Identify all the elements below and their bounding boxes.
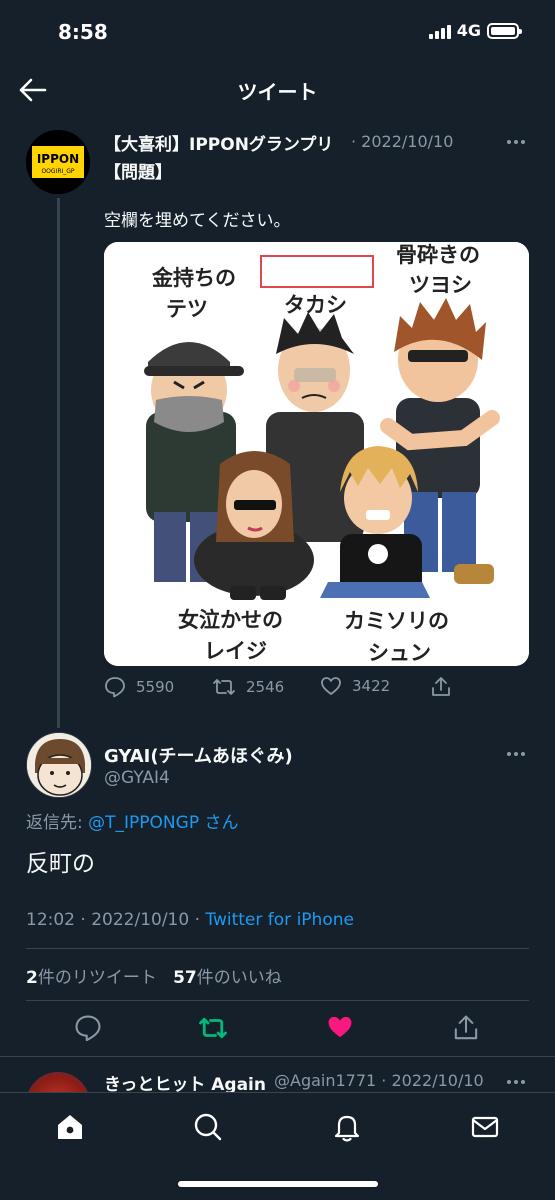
parent-tweet-actions: 5590 2546 3422 <box>104 676 464 702</box>
battery-icon <box>487 22 522 39</box>
label-reiji-2: レイジ <box>204 638 267 663</box>
reply-count: 5590 <box>136 678 175 696</box>
tab-messages[interactable] <box>469 1111 501 1143</box>
divider <box>0 1056 555 1057</box>
tweet-meta: 12:02 · 2022/10/10 · Twitter for iPhone <box>26 910 354 930</box>
retweet-stat-count[interactable]: 2 <box>26 968 38 988</box>
tweet-source-link[interactable]: Twitter for iPhone <box>205 910 354 930</box>
share-icon <box>432 677 450 696</box>
retweet-count: 2546 <box>246 678 285 696</box>
ippon-avatar[interactable]: IPPON OOGIRI_GP <box>26 130 90 194</box>
replying-to: 返信先: @T_IPPONGP さん <box>26 808 238 833</box>
illustration: 金持ちの テツ タカシ 骨砕きの ツヨシ 女泣かせの レイジ カミソリの シュン <box>104 242 529 666</box>
like-count: 3422 <box>352 677 391 695</box>
comment-icon <box>105 677 125 698</box>
ippon-logo-icon: IPPON OOGIRI_GP <box>26 130 90 194</box>
tweet-image[interactable]: 金持ちの テツ タカシ 骨砕きの ツヨシ 女泣かせの レイジ カミソリの シュン <box>104 242 529 666</box>
reply-author-handle[interactable]: @GYAI4 <box>104 768 170 788</box>
tweet-time-date: 12:02 · 2022/10/10 · <box>26 910 206 930</box>
parent-tweet-text: 空欄を埋めてください。 <box>104 211 291 231</box>
label-tsuyoshi-1: 骨砕きの <box>396 242 480 267</box>
label-tetsu-1: 金持ちの <box>151 265 236 290</box>
more-options-icon[interactable] <box>507 752 529 758</box>
replying-prefix: 返信先: <box>26 813 89 833</box>
detail-actions <box>0 1014 555 1046</box>
home-icon <box>58 1115 82 1139</box>
divider <box>26 1000 529 1001</box>
ippon-logo-subtext: OOGIRI_GP <box>41 168 74 175</box>
status-indicators: 4G <box>428 21 522 40</box>
retweet-icon <box>199 1017 227 1039</box>
heart-icon <box>321 677 341 695</box>
network-label: 4G <box>456 21 481 40</box>
like-stat-count[interactable]: 57 <box>173 968 197 988</box>
reply-tweet-text: 反町の <box>26 851 95 877</box>
share-button[interactable] <box>430 676 452 698</box>
retweet-stat-label[interactable]: 件のリツイート <box>38 968 157 988</box>
label-tsuyoshi-2: ツヨシ <box>409 272 472 297</box>
label-shun-2: シュン <box>368 640 431 665</box>
home-indicator <box>178 1181 378 1187</box>
search-icon <box>194 1113 222 1141</box>
retweet-button-active[interactable] <box>198 1014 230 1046</box>
status-bar: 8:58 4G <box>0 0 555 62</box>
label-shun-1: カミソリの <box>344 608 449 633</box>
tab-notifications[interactable] <box>331 1111 363 1143</box>
parent-date: · 2022/10/10 <box>351 132 454 151</box>
mail-icon <box>471 1116 499 1138</box>
retweet-icon <box>213 679 235 695</box>
reply-button[interactable] <box>74 1014 106 1046</box>
more-options-icon[interactable] <box>507 1080 529 1086</box>
retweet-button[interactable]: 2546 <box>212 676 284 698</box>
label-takashi: タカシ <box>284 292 347 317</box>
tab-search[interactable] <box>192 1111 224 1143</box>
share-button[interactable] <box>452 1014 484 1046</box>
like-button-active[interactable] <box>326 1014 358 1046</box>
like-button[interactable]: 3422 <box>320 676 390 696</box>
reply-button[interactable]: 5590 <box>104 676 174 698</box>
thread-line <box>57 198 60 728</box>
status-time: 8:58 <box>58 20 108 44</box>
label-reiji-1: 女泣かせの <box>178 607 283 632</box>
ippon-logo-text: IPPON <box>37 152 79 166</box>
next-tweet-handle-date: @Again1771 · 2022/10/10 <box>274 1071 484 1090</box>
gyai-avatar[interactable] <box>26 732 92 798</box>
share-icon <box>454 1015 478 1040</box>
label-tetsu-2: テツ <box>166 296 208 321</box>
page-title: ツイート <box>237 80 318 104</box>
replying-to-link[interactable]: @T_IPPONGP <box>88 813 199 833</box>
divider <box>26 948 529 949</box>
like-stat-label[interactable]: 件のいいね <box>197 968 282 988</box>
reply-author-name[interactable]: GYAI(チームあほぐみ) <box>104 742 293 768</box>
tab-home[interactable] <box>54 1111 86 1143</box>
comment-icon <box>75 1015 101 1042</box>
header: ツイート <box>0 62 555 118</box>
signal-icon <box>428 23 451 39</box>
parent-author-name-line2: 【問題】 <box>104 163 172 183</box>
replying-suffix[interactable]: さん <box>199 813 238 833</box>
bell-icon <box>334 1115 360 1142</box>
heart-icon <box>328 1016 352 1038</box>
gyai-face-icon <box>27 733 91 797</box>
parent-author-name[interactable]: 【大喜利】IPPONグランプリ <box>104 130 333 155</box>
more-options-icon[interactable] <box>507 140 529 146</box>
tweet-stats: 2件のリツイート 57件のいいね <box>26 963 282 988</box>
